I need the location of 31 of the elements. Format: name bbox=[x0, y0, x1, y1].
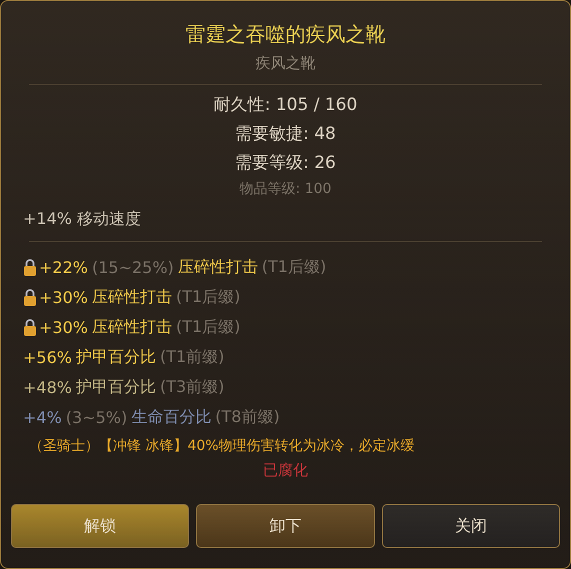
affix-value: +30% bbox=[39, 288, 88, 306]
affix-value: +30% bbox=[39, 318, 88, 336]
special-modifier: （圣骑士）【冲锋 冰锋】40%物理伤害转化为冰冷，必定冰缓 bbox=[29, 437, 416, 456]
affix-name: 压碎性打击 bbox=[92, 316, 172, 338]
affix-value: +56% bbox=[23, 348, 72, 366]
affix-tier-label: (T1后缀) bbox=[176, 286, 240, 308]
affix-value: +4% bbox=[23, 408, 62, 426]
corrupted-label: 已腐化 bbox=[263, 460, 308, 481]
item-base-type: 疾风之靴 bbox=[254, 53, 316, 74]
affix-range: (3~5%) bbox=[66, 408, 128, 426]
affix-tier-label: (T1后缀) bbox=[176, 316, 240, 338]
action-button[interactable]: 关闭 bbox=[382, 504, 560, 548]
item-stat: 耐久性: 105 / 160 bbox=[214, 94, 358, 117]
action-button[interactable]: 卸下 bbox=[196, 504, 375, 548]
affix-name: 生命百分比 bbox=[131, 406, 212, 428]
item-stat: 需要敏捷: 48 bbox=[235, 123, 336, 146]
affix-tier-label: (T1前缀) bbox=[160, 346, 224, 368]
affix-tier-label: (T8前缀) bbox=[215, 406, 280, 428]
affix-tier-label: (T1后缀) bbox=[262, 256, 326, 278]
affix-value: +22% bbox=[39, 258, 88, 276]
item-stat: 需要等级: 26 bbox=[235, 152, 336, 175]
affix-name: 护甲百分比 bbox=[76, 346, 156, 368]
item-name: 雷霆之吞噬的疾风之靴 bbox=[184, 21, 386, 48]
affix-name: 压碎性打击 bbox=[92, 286, 172, 308]
item-stat: 物品等级: 100 bbox=[240, 180, 332, 199]
affix-range: (15~25%) bbox=[92, 258, 174, 276]
implicit-modifier: +14% 移动速度 bbox=[23, 208, 142, 230]
affix-name: 护甲百分比 bbox=[76, 376, 156, 398]
affix-value: +48% bbox=[23, 378, 72, 396]
affix-tier-label: (T3前缀) bbox=[160, 376, 224, 398]
affix-name: 压碎性打击 bbox=[178, 256, 258, 278]
